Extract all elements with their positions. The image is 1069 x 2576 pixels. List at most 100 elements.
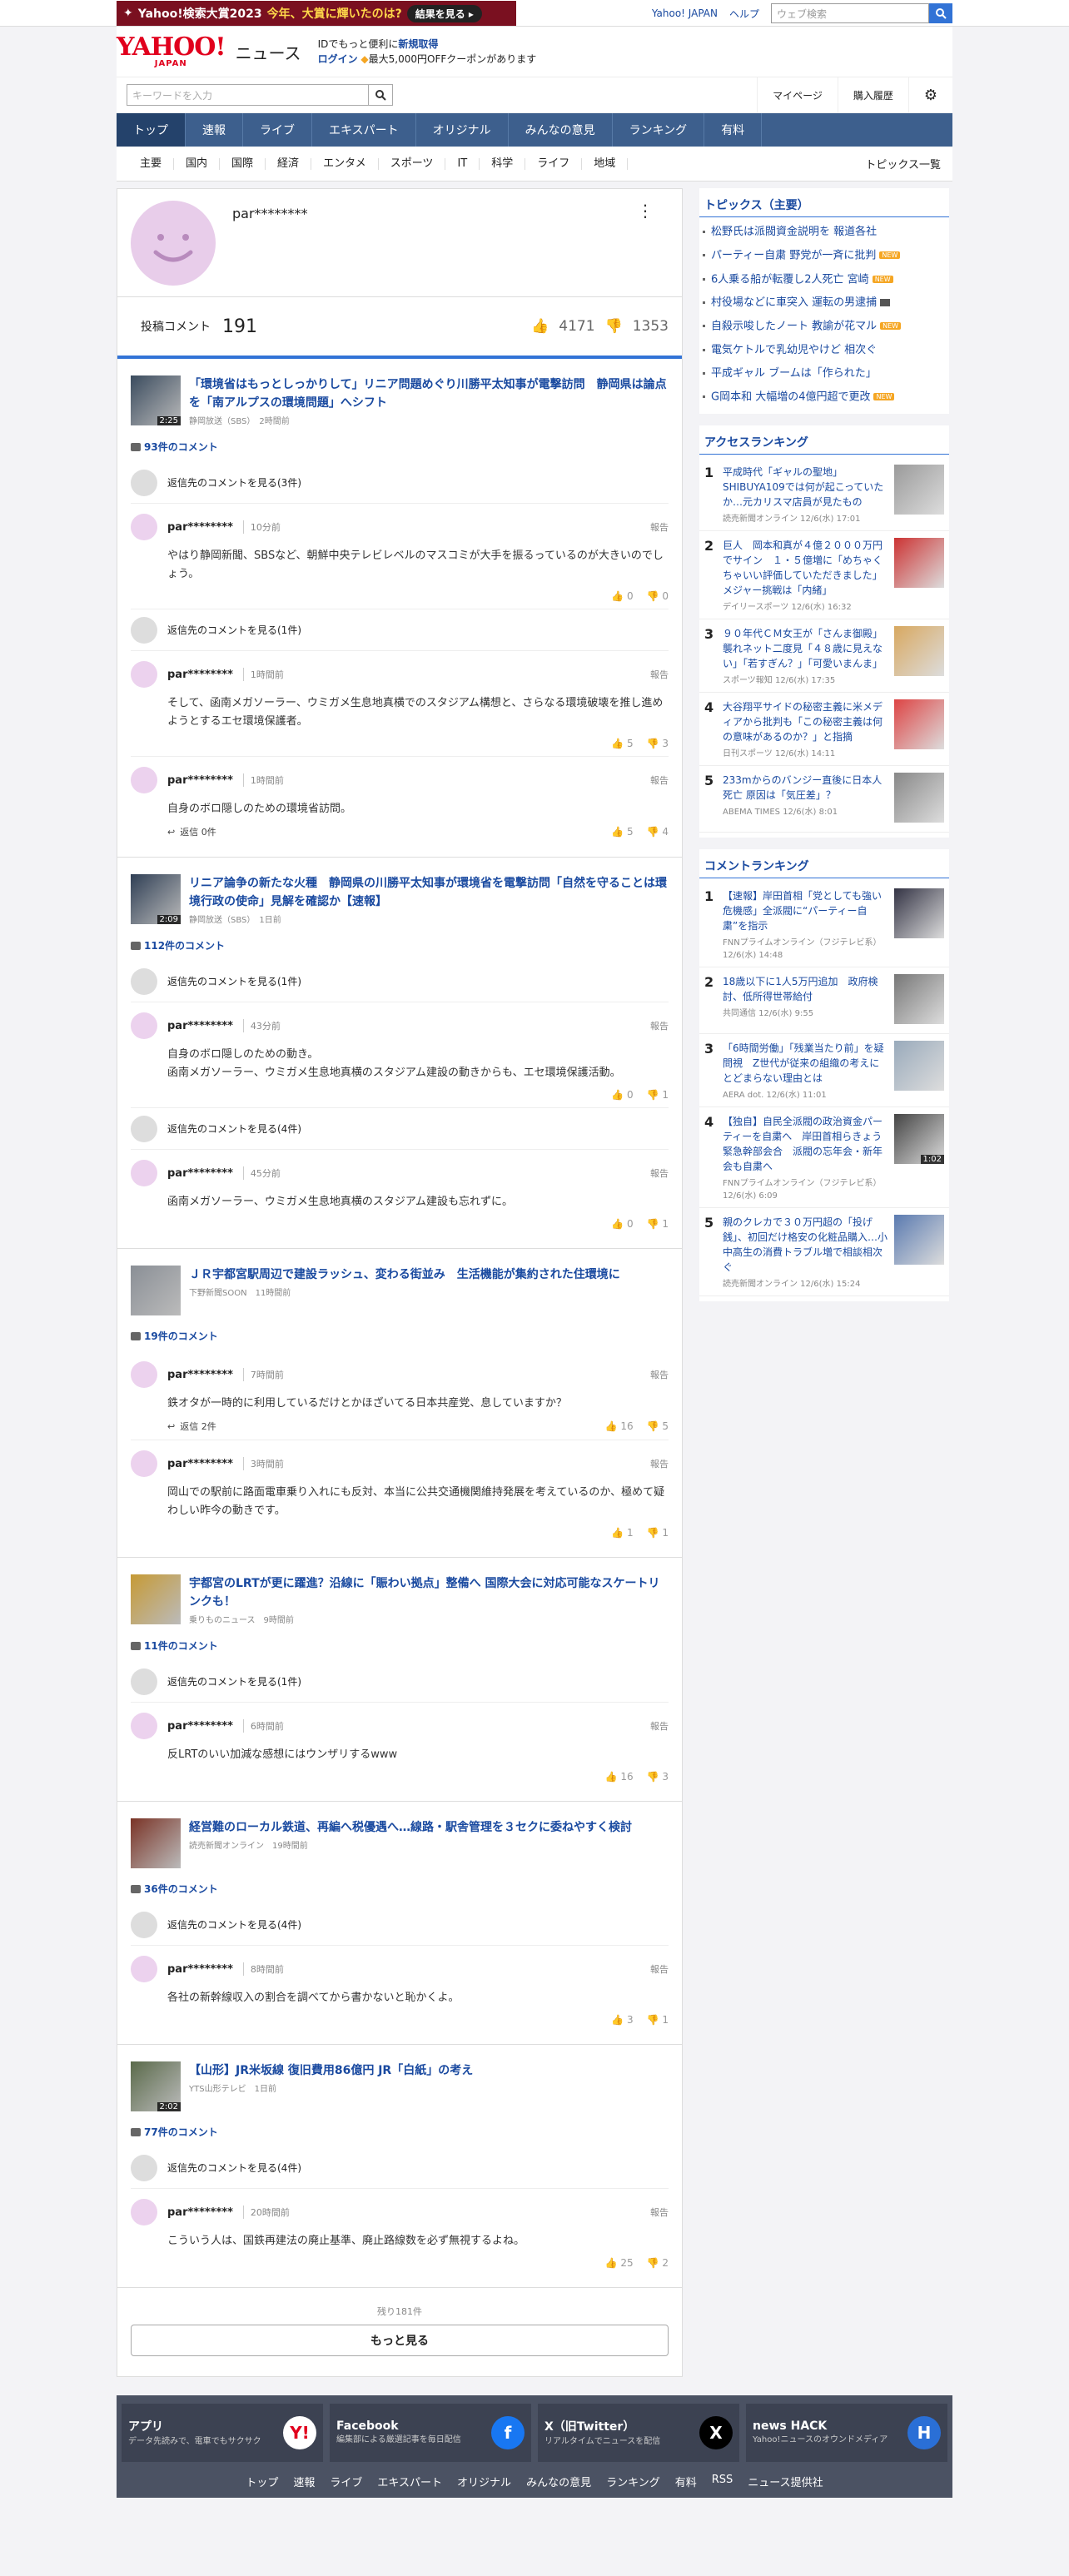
report-link[interactable]: 報告 xyxy=(650,520,669,534)
dislike-button[interactable]: 👎 3 xyxy=(647,738,669,749)
view-parent-comment-link[interactable]: 返信先のコメントを見る(1件) xyxy=(131,609,669,651)
ranking-item[interactable]: 3 「6時間労働」「残業当たり前」を疑問視 Z世代が従来の組織の考えにとどまらない… xyxy=(699,1034,949,1107)
footer-link[interactable]: トップ xyxy=(246,2474,278,2489)
footer-link[interactable]: ライブ xyxy=(330,2474,362,2489)
view-parent-comment-link[interactable]: 返信先のコメントを見る(3件) xyxy=(131,462,669,504)
footer-app-card[interactable]: アプリ データ先読みで、電車でもサクサク Y! xyxy=(122,2404,323,2462)
dislike-button[interactable]: 👎 3 xyxy=(647,1771,669,1783)
report-link[interactable]: 報告 xyxy=(650,668,669,681)
ranking-item[interactable]: 5 233mからのバンジー直後に日本人死亡 原因は「気圧差」？ ABEMA TIME… xyxy=(699,766,949,833)
like-button[interactable]: 👍 16 xyxy=(605,1771,634,1783)
news-title[interactable]: ニュース xyxy=(236,40,301,64)
ranking-thumbnail[interactable] xyxy=(894,1041,944,1091)
comment-author[interactable]: par******** xyxy=(167,1720,233,1733)
ranking-thumbnail[interactable] xyxy=(894,626,944,676)
ranking-title[interactable]: 233mからのバンジー直後に日本人死亡 原因は「気圧差」？ xyxy=(723,773,888,803)
ranking-thumbnail[interactable] xyxy=(894,538,944,588)
ranking-title[interactable]: 親のクレカで３０万円超の「投げ銭」、初回だけ格安の化粧品購入…小中高生の消費トラ… xyxy=(723,1215,888,1275)
ranking-title[interactable]: 【独自】自民全派閥の政治資金パーティーを自粛へ 岸田首相らきょう緊急幹部会合 派… xyxy=(723,1114,888,1174)
ranking-item[interactable]: 4 大谷翔平サイドの秘密主義に米メディアから批判も「この秘密主義は何の意味があるの… xyxy=(699,693,949,766)
topic-item[interactable]: 電気ケトルで乳幼児やけど 相次ぐ xyxy=(699,339,949,362)
comment-count-link[interactable]: 19件のコメント xyxy=(131,1329,669,1343)
like-button[interactable]: 👍 3 xyxy=(611,2014,633,2026)
topics-list-link[interactable]: トピックス一覧 xyxy=(865,156,941,172)
keyword-input[interactable]: キーワードを入力 xyxy=(127,84,368,106)
view-parent-comment-link[interactable]: 返信先のコメントを見る(1件) xyxy=(131,1661,669,1703)
purchase-history-link[interactable]: 購入履歴 xyxy=(837,77,908,113)
comment-author[interactable]: par******** xyxy=(167,774,233,787)
comment-author[interactable]: par******** xyxy=(167,1020,233,1032)
view-parent-comment-link[interactable]: 返信先のコメントを見る(4件) xyxy=(131,1904,669,1946)
comment-author[interactable]: par******** xyxy=(167,1167,233,1180)
article-title[interactable]: 宇都宮のLRTが更に躍進？沿線に「賑わい拠点」整備へ 国際大会に対応可能なスケー… xyxy=(189,1574,669,1611)
article-thumbnail[interactable] xyxy=(131,1266,181,1315)
comment-author[interactable]: par******** xyxy=(167,1458,233,1470)
report-link[interactable]: 報告 xyxy=(650,1457,669,1470)
article-title[interactable]: ＪＲ宇都宮駅周辺で建設ラッシュ、変わる街並み 生活機能が集約された住環境に xyxy=(189,1266,620,1284)
ranking-item[interactable]: 3 ９０年代ＣＭ女王が「さんま御殿」襲れネット二度見「４８歳に見えない」「若すぎん… xyxy=(699,619,949,693)
ranking-thumbnail[interactable] xyxy=(894,699,944,749)
subnav-region[interactable]: 地域 xyxy=(582,157,629,170)
nav-opinions[interactable]: みんなの意見 xyxy=(509,113,613,147)
comment-author[interactable]: par******** xyxy=(167,1369,233,1381)
footer-link[interactable]: エキスパート xyxy=(377,2474,442,2489)
article-thumbnail[interactable] xyxy=(131,1818,181,1868)
footer-link[interactable]: RSS xyxy=(712,2474,733,2489)
footer-link[interactable]: 速報 xyxy=(293,2474,315,2489)
promo-banner[interactable]: ✦ Yahoo!検索大賞2023 今年、大賞に輝いたのは? 結果を見る ▸ xyxy=(117,1,516,26)
topic-item[interactable]: G岡本和 大幅増の4億円超で更改 NEW xyxy=(699,385,949,410)
nav-paid[interactable]: 有料 xyxy=(704,113,763,147)
more-menu-icon[interactable]: ⋮ xyxy=(637,201,654,221)
subnav-international[interactable]: 国際 xyxy=(220,157,266,170)
comment-count-link[interactable]: 11件のコメント xyxy=(131,1639,669,1653)
topic-item[interactable]: 松野氏は派閥資金説明を 報道各社 xyxy=(699,221,949,244)
dislike-button[interactable]: 👎 1 xyxy=(647,1218,669,1230)
ranking-title[interactable]: ９０年代ＣＭ女王が「さんま御殿」襲れネット二度見「４８歳に見えない」「若すぎん？… xyxy=(723,626,888,671)
ranking-title[interactable]: 巨人 岡本和真が４億２０００万円でサイン １・５億増に「めちゃくちゃいい評価して… xyxy=(723,538,888,598)
footer-link[interactable]: ニュース提供社 xyxy=(748,2474,823,2489)
nav-top[interactable]: トップ xyxy=(117,113,186,147)
report-link[interactable]: 報告 xyxy=(650,1719,669,1733)
footer-link[interactable]: みんなの意見 xyxy=(526,2474,591,2489)
topic-item[interactable]: 平成ギャル ブームは「作られた」 xyxy=(699,362,949,385)
signup-link[interactable]: 新規取得 xyxy=(398,38,438,50)
nav-expert[interactable]: エキスパート xyxy=(312,113,416,147)
ranking-thumbnail[interactable] xyxy=(894,974,944,1024)
comment-author[interactable]: par******** xyxy=(167,521,233,534)
like-button[interactable]: 👍 5 xyxy=(611,738,633,749)
ranking-item[interactable]: 2 18歳以下に1人5万円追加 政府検討、低所得世帯給付 共同通信 12/6(水) … xyxy=(699,967,949,1034)
like-button[interactable]: 👍 0 xyxy=(611,590,633,602)
ranking-title[interactable]: 平成時代「ギャルの聖地」SHIBUYA109では何が起こっていたか…元カリスマ店… xyxy=(723,465,888,510)
like-button[interactable]: 👍 0 xyxy=(611,1089,633,1101)
topic-item[interactable]: 村役場などに車突入 運転の男逮捕 xyxy=(699,291,949,315)
subnav-sports[interactable]: スポーツ xyxy=(379,157,446,170)
article-thumbnail[interactable] xyxy=(131,1574,181,1624)
subnav-science[interactable]: 科学 xyxy=(480,157,526,170)
nav-ranking[interactable]: ランキング xyxy=(613,113,705,147)
like-button[interactable]: 👍 25 xyxy=(605,2257,634,2269)
ranking-item[interactable]: 1 平成時代「ギャルの聖地」SHIBUYA109では何が起こっていたか…元カリスマ… xyxy=(699,458,949,531)
ranking-item[interactable]: 4 【独自】自民全派閥の政治資金パーティーを自粛へ 岸田首相らきょう緊急幹部会合 … xyxy=(699,1107,949,1208)
login-link[interactable]: ログイン xyxy=(318,53,358,65)
article-title[interactable]: 【山形】JR米坂線 復旧費用86億円 JR「白紙」の考え xyxy=(189,2061,473,2080)
dislike-button[interactable]: 👎 1 xyxy=(647,1527,669,1539)
yahoo-logo[interactable]: YAHOO! JAPAN xyxy=(117,35,226,68)
report-link[interactable]: 報告 xyxy=(650,2206,669,2219)
article-thumbnail[interactable]: 2:02 xyxy=(131,2061,181,2111)
nav-breaking[interactable]: 速報 xyxy=(186,113,243,147)
subnav-economy[interactable]: 経済 xyxy=(266,157,312,170)
web-search-button[interactable] xyxy=(929,3,952,23)
dislike-button[interactable]: 👎 5 xyxy=(647,1420,669,1432)
view-parent-comment-link[interactable]: 返信先のコメントを見る(4件) xyxy=(131,1108,669,1150)
ranking-title[interactable]: 【速報】岸田首相「党としても強い危機感」全派閥に“パーティー自粛”を指示 xyxy=(723,888,888,933)
yahoo-japan-link[interactable]: Yahoo! JAPAN xyxy=(652,7,718,19)
web-search-input[interactable]: ウェブ検索 xyxy=(771,3,929,23)
comment-count-link[interactable]: 112件のコメント xyxy=(131,938,669,952)
comment-count-link[interactable]: 93件のコメント xyxy=(131,440,669,454)
like-button[interactable]: 👍 16 xyxy=(605,1420,634,1432)
comment-author[interactable]: par******** xyxy=(167,669,233,681)
comment-author[interactable]: par******** xyxy=(167,1963,233,1976)
ranking-item[interactable]: 5 親のクレカで３０万円超の「投げ銭」、初回だけ格安の化粧品購入…小中高生の消費ト… xyxy=(699,1208,949,1296)
report-link[interactable]: 報告 xyxy=(650,1166,669,1180)
ranking-thumbnail[interactable] xyxy=(894,773,944,823)
